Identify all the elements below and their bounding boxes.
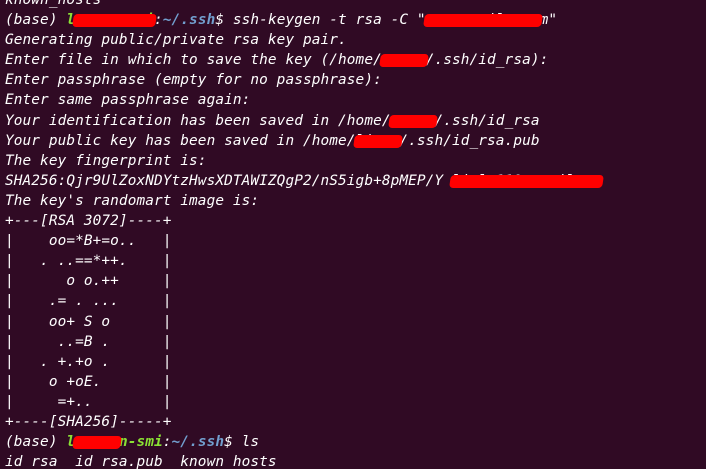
randomart-line: | . +.+o . | [5, 353, 172, 370]
ls-output: id_rsa id_rsa.pub known_hosts [5, 454, 277, 469]
randomart-line: +----[SHA256]-----+ [5, 413, 172, 430]
redacted-username: sagan [382, 50, 426, 70]
prompt-dollar: $ [224, 434, 242, 451]
working-directory: ~/.ssh [171, 434, 225, 451]
prompt-dollar: $ [215, 12, 233, 29]
randomart-line: | .= . ... | [5, 293, 172, 310]
identification-line: Your identification has been saved in /h… [5, 111, 706, 131]
fingerprint-line: SHA256:Qjr9UlZoxNDYtzHwsXDTAWIZQgP2/nS5i… [5, 171, 706, 191]
public-key-line: Your public key has been saved in /home/… [5, 131, 706, 151]
command-tail: m" [539, 12, 558, 29]
prompt-line-ls: (base) lsagann-smi:~/.ssh$ ls [5, 432, 706, 452]
save-path-line: Enter file in which to save the key (/ho… [5, 50, 706, 70]
output-line: Generating public/private rsa key pair. [5, 32, 347, 49]
randomart-line: | ..=B . | [5, 333, 172, 350]
redacted-username: sagan [391, 111, 435, 131]
user-host-tail: n-smi [118, 434, 163, 451]
passphrase-confirm-line: Enter same passphrase again: [5, 92, 251, 109]
prompt-line-ssh-keygen: (base) lsagan-smi:~/.ssh$ ssh-keygen -t … [5, 10, 706, 30]
conda-env: (base) [5, 12, 67, 29]
passphrase-line: Enter passphrase (empty for no passphras… [5, 72, 382, 89]
randomart-line: | o o.++ | [5, 273, 172, 290]
redacted-username: ligan [356, 131, 400, 151]
terminal-output: known_hosts (base) lsagan-smi:~/.ssh$ ss… [5, 0, 706, 469]
randomart-line: | . ..==*++. | [5, 253, 172, 270]
randomart-line: | oo+ S o | [5, 313, 172, 330]
conda-env: (base) [5, 434, 67, 451]
randomart-line: | =+.. | [5, 393, 172, 410]
redacted-email: liulu119@gmail.co [452, 171, 601, 191]
randomart-line: +---[RSA 3072]----+ [5, 213, 172, 230]
randomart-header: The key's randomart image is: [5, 192, 260, 209]
partial-previous-line: known_hosts [5, 0, 102, 8]
command-text: ssh-keygen -t rsa -C " [232, 12, 426, 29]
randomart-line: | oo=*B+=o.. | [5, 233, 172, 250]
command-text: ls [241, 434, 260, 451]
fingerprint-header: The key fingerprint is: [5, 152, 207, 169]
prompt-colon: : [162, 434, 172, 451]
terminal-window[interactable]: known_hosts (base) lsagan-smi:~/.ssh$ ss… [0, 0, 706, 469]
working-directory: ~/.ssh [162, 12, 216, 29]
redacted-email: www@gmail.com [426, 10, 540, 30]
redacted-user-host: sagan-smi [75, 10, 154, 30]
redacted-user-host: sagan [75, 432, 119, 452]
randomart-line: | o +oE. | [5, 373, 172, 390]
